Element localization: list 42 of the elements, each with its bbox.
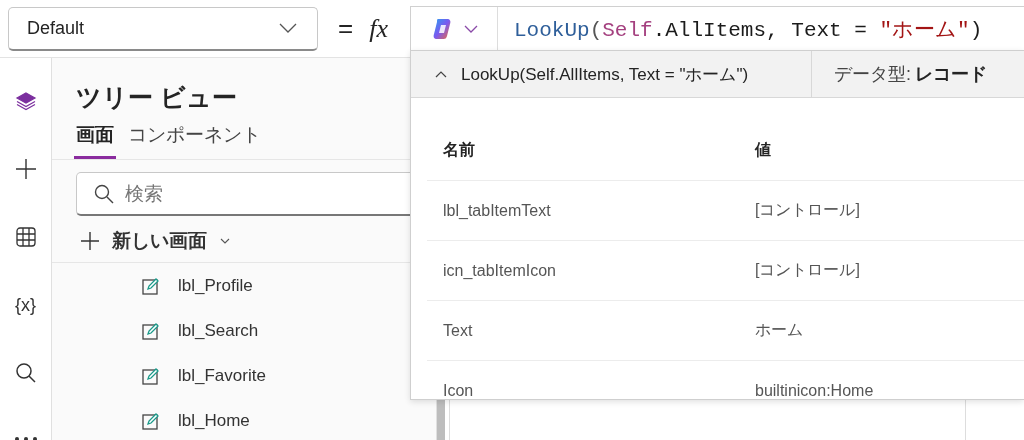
- property-dropdown[interactable]: Default: [8, 6, 318, 51]
- table-cell-text: Text: [442, 321, 474, 340]
- plus-icon[interactable]: [14, 158, 37, 180]
- table-cell-text: builtinicon:Home: [754, 381, 875, 400]
- column-header: 名前: [442, 139, 476, 160]
- search-icon[interactable]: [14, 362, 37, 384]
- edit-icon: [142, 366, 160, 385]
- variables-button[interactable]: {x}: [15, 294, 36, 316]
- table-cell-text: [コントロール]: [754, 200, 861, 220]
- formula-text[interactable]: LookUp(Self.AllItems, Text = "ホーム"): [498, 15, 983, 43]
- tree-item[interactable]: lbl_Profile: [178, 275, 253, 296]
- data-type-value: レコード: [915, 63, 987, 86]
- formula-bar[interactable]: LookUp(Self.AllItems, Text = "ホーム"): [410, 6, 1024, 52]
- table-cell-text: Icon: [442, 381, 475, 400]
- edit-icon: [142, 276, 160, 295]
- equals-sign: =: [338, 13, 354, 44]
- fx-label: fx: [369, 13, 388, 44]
- plus-icon: [80, 231, 100, 251]
- panel-tab[interactable]: 画面: [74, 122, 116, 159]
- new-screen-button[interactable]: 新しい画面: [78, 224, 233, 258]
- tree-item[interactable]: lbl_Favorite: [178, 365, 266, 386]
- panel-tab[interactable]: コンポーネント: [126, 122, 263, 159]
- panel-title: ツリー ビュー: [76, 81, 237, 113]
- edit-icon: [142, 411, 160, 430]
- chevron-down-icon: [219, 237, 231, 245]
- layers-icon[interactable]: [14, 90, 37, 112]
- table-cell-text: ホーム: [754, 320, 804, 340]
- grid-icon[interactable]: [14, 226, 37, 248]
- chevron-down-icon: [279, 23, 297, 33]
- search-icon: [94, 184, 114, 204]
- table-cell-text: icn_tabItemIcon: [442, 261, 557, 280]
- data-type-label: データ型:: [834, 63, 911, 86]
- table-cell-text: [コントロール]: [754, 260, 861, 280]
- tree-item[interactable]: lbl_Home: [178, 410, 250, 431]
- tree-item[interactable]: lbl_Search: [178, 320, 259, 341]
- column-header: 値: [753, 139, 772, 160]
- chevron-down-icon: [464, 25, 478, 33]
- scrollbar[interactable]: [437, 398, 445, 440]
- chevron-up-icon: [435, 70, 447, 78]
- table-cell-text: lbl_tabItemText: [442, 201, 552, 220]
- expression-toggle[interactable]: LookUp(Self.AllItems, Text = "ホーム"): [411, 51, 812, 97]
- edit-icon: [142, 321, 160, 340]
